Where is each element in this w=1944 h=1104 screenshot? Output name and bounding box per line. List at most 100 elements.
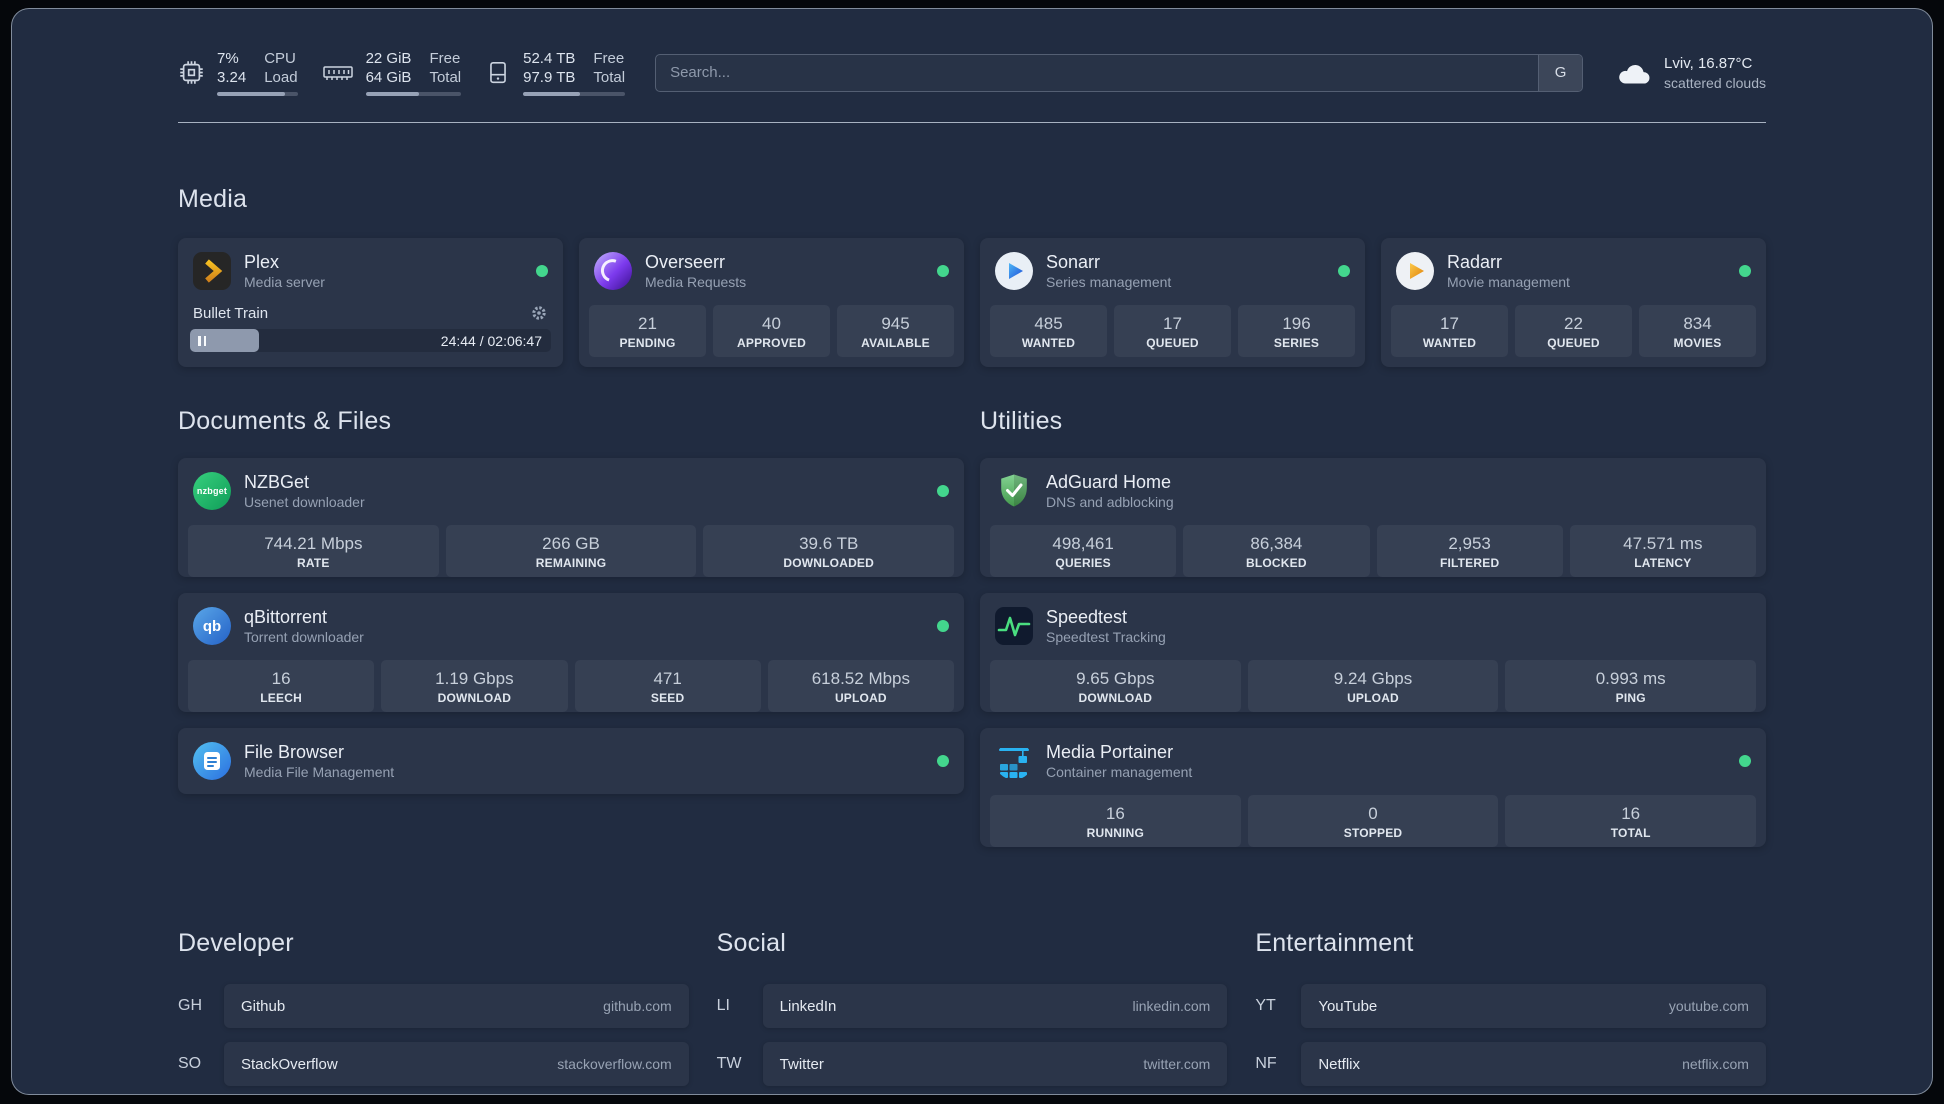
stat-queued: 22 QUEUED [1515, 305, 1632, 357]
search-bar: G [655, 53, 1584, 92]
disk-usage-bar [523, 92, 626, 96]
disk-total-label: Total [593, 69, 626, 86]
gear-icon[interactable] [530, 304, 548, 322]
service-name: Sonarr [1046, 252, 1101, 272]
service-name: File Browser [244, 742, 345, 762]
resource-disk: 52.4 TB 97.9 TB Free Total [485, 49, 626, 96]
service-name: Overseerr [645, 252, 726, 272]
service-card-overseerr[interactable]: Overseerr Media Requests 21 PENDING 40 APP… [579, 238, 964, 367]
service-subtitle: Usenet downloader [244, 494, 365, 510]
memory-total-value: 64 GiB [365, 69, 412, 86]
bookmark-abbr: SO [178, 1055, 202, 1072]
bookmark-linkedin[interactable]: LinkedIn linkedin.com [762, 984, 1228, 1028]
bookmark-github[interactable]: Github github.com [224, 984, 689, 1028]
bookmark-abbr: YT [1255, 997, 1276, 1014]
disk-free-label: Free [593, 50, 625, 67]
stat-remaining: 266 GB REMAINING [445, 525, 697, 577]
resource-widgets: 7% 3.24 CPU Load 22 GiB 64 GiB Free Tota… [178, 49, 626, 96]
disk-total-value: 97.9 TB [523, 69, 576, 86]
service-card-radarr[interactable]: Radarr Movie management 17 WANTED 22 QUEUE… [1381, 238, 1766, 367]
portainer-icon [995, 742, 1033, 780]
service-name: NZBGet [244, 472, 310, 492]
service-card-speedtest[interactable]: Speedtest Speedtest Tracking 9.65 Gbps DO… [980, 593, 1766, 712]
cpu-load-label: Load [264, 69, 298, 86]
stat-approved: 40 APPROVED [713, 305, 830, 357]
stat-download: 9.65 Gbps DOWNLOAD [990, 660, 1241, 712]
stat-running: 16 RUNNING [990, 795, 1241, 847]
service-subtitle: Torrent downloader [244, 629, 364, 645]
stat-queries: 498,461 QUERIES [990, 525, 1177, 577]
service-card-filebrowser[interactable]: File Browser Media File Management [178, 728, 964, 794]
service-subtitle: Media server [244, 274, 325, 290]
stat-ping: 0.993 ms PING [1505, 660, 1757, 712]
bookmark-twitter[interactable]: Twitter twitter.com [762, 1042, 1228, 1086]
service-card-qbittorrent[interactable]: qb qBittorrent Torrent downloader 16 LEEC… [178, 593, 964, 712]
status-dot [937, 620, 949, 632]
service-name: AdGuard Home [1046, 472, 1172, 492]
section-title-developer: Developer [178, 929, 294, 957]
stat-wanted: 17 WANTED [1391, 305, 1508, 357]
nzbget-icon: nzbget [193, 472, 231, 510]
service-subtitle: Movie management [1447, 274, 1570, 290]
topbar: 7% 3.24 CPU Load 22 GiB 64 GiB Free Tota… [178, 49, 1766, 96]
adguard-icon [995, 472, 1033, 510]
status-dot [1338, 265, 1350, 277]
service-card-plex[interactable]: Plex Media server Bullet Train 24:44 / 0… [178, 238, 563, 367]
memory-usage-bar [365, 92, 462, 96]
status-dot [536, 265, 548, 277]
search-provider-button[interactable]: G [1538, 54, 1583, 91]
service-name: Radarr [1447, 252, 1503, 272]
stat-series: 196 SERIES [1238, 305, 1355, 357]
service-subtitle: Media Requests [645, 274, 747, 290]
bookmark-group-developer: Developer GH Github github.com SO StackO… [178, 863, 689, 1094]
stat-queued: 17 QUEUED [1114, 305, 1231, 357]
qbittorrent-icon: qb [193, 607, 231, 645]
stat-downloaded: 39.6 TB DOWNLOADED [703, 525, 955, 577]
bookmark-group-entertainment: Entertainment YT YouTube youtube.com NF … [1255, 863, 1766, 1094]
stat-available: 945 AVAILABLE [837, 305, 954, 357]
search-input[interactable] [656, 54, 1539, 91]
stat-wanted: 485 WANTED [990, 305, 1107, 357]
service-card-nzbget[interactable]: nzbget NZBGet Usenet downloader 744.21 M… [178, 458, 964, 577]
bookmark-netflix[interactable]: Netflix netflix.com [1301, 1042, 1766, 1086]
status-dot [937, 755, 949, 767]
playback-progress-bar: 24:44 / 02:06:47 [190, 329, 551, 352]
service-card-adguard[interactable]: AdGuard Home DNS and adblocking 498,461 Q… [980, 458, 1766, 577]
stat-filtered: 2,953 FILTERED [1376, 525, 1563, 577]
weather-widget: Lviv, 16.87°C scattered clouds [1615, 54, 1766, 92]
stat-rate: 744.21 Mbps RATE [188, 525, 439, 577]
stat-stopped: 0 STOPPED [1247, 795, 1499, 847]
bookmark-youtube[interactable]: YouTube youtube.com [1301, 984, 1766, 1028]
cpu-load-value: 3.24 [217, 69, 247, 86]
bookmark-abbr: TW [716, 1055, 742, 1072]
bookmark-stackoverflow[interactable]: StackOverflow stackoverflow.com [224, 1042, 689, 1086]
service-subtitle: Container management [1046, 764, 1193, 780]
section-title-media: Media [178, 185, 248, 213]
overseerr-icon [594, 252, 632, 290]
playback-time: 24:44 / 02:06:47 [440, 332, 542, 349]
plex-icon [193, 252, 231, 290]
disk-free-value: 52.4 TB [523, 50, 576, 67]
filebrowser-icon [193, 742, 231, 780]
resource-memory: 22 GiB 64 GiB Free Total [322, 49, 462, 96]
bookmark-group-social: Social LI LinkedIn linkedin.com TW Twitt… [716, 863, 1228, 1094]
service-subtitle: Media File Management [244, 764, 395, 780]
memory-free-label: Free [429, 50, 461, 67]
service-card-sonarr[interactable]: Sonarr Series management 485 WANTED 17 QUE… [980, 238, 1365, 367]
section-title-documents: Documents & Files [178, 407, 392, 435]
cloud-icon [1619, 64, 1650, 84]
bookmark-abbr: LI [716, 997, 730, 1014]
stat-movies: 834 MOVIES [1639, 305, 1756, 357]
service-name: qBittorrent [244, 607, 328, 627]
service-name: Speedtest [1046, 607, 1128, 627]
service-card-portainer[interactable]: Media Portainer Container management 16 R… [980, 728, 1766, 847]
resource-cpu: 7% 3.24 CPU Load [178, 49, 298, 96]
status-dot [1739, 265, 1751, 277]
now-playing-title: Bullet Train [193, 304, 269, 322]
stat-seed: 471 SEED [574, 660, 761, 712]
weather-location: Lviv, 16.87°C [1664, 54, 1753, 72]
media-card-grid: Plex Media server Bullet Train 24:44 / 0… [178, 238, 1766, 367]
speedtest-icon [995, 607, 1033, 645]
service-subtitle: DNS and adblocking [1046, 494, 1174, 510]
service-name: Media Portainer [1046, 742, 1174, 762]
